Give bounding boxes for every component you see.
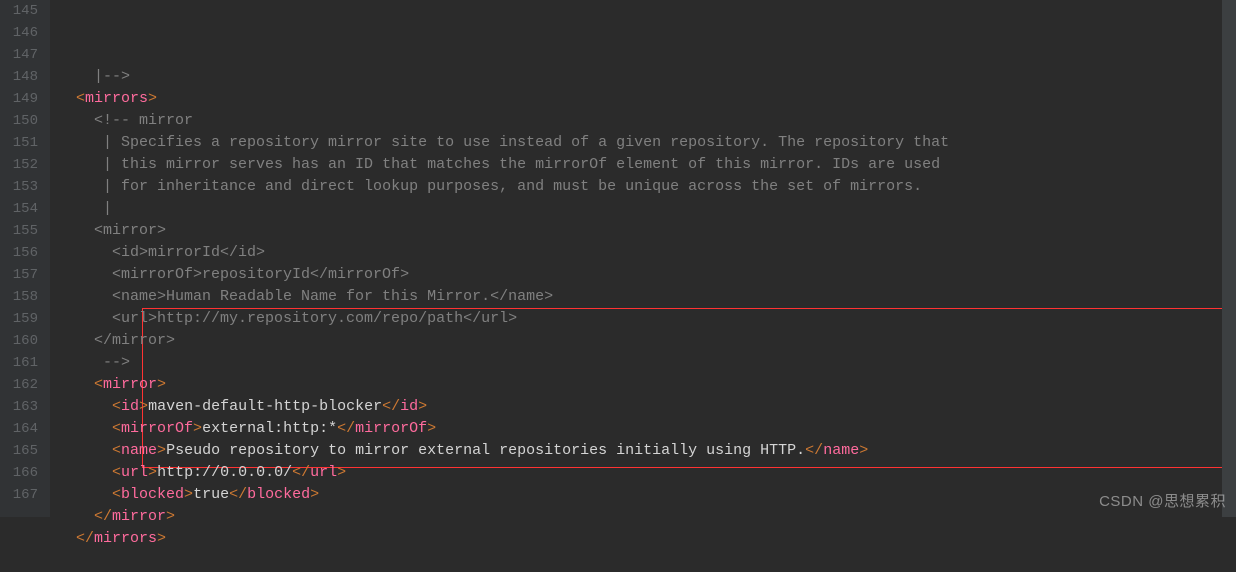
line-number: 147 [8, 44, 38, 66]
line-number: 151 [8, 132, 38, 154]
code-line[interactable]: <name>Pseudo repository to mirror extern… [58, 440, 1236, 462]
line-number: 152 [8, 154, 38, 176]
code-line[interactable]: <mirror> [58, 220, 1236, 242]
code-line[interactable]: </mirror> [58, 330, 1236, 352]
code-line[interactable]: <mirrors> [58, 88, 1236, 110]
code-line[interactable]: </mirror> [58, 506, 1236, 528]
line-number: 165 [8, 440, 38, 462]
line-number: 162 [8, 374, 38, 396]
line-number: 163 [8, 396, 38, 418]
line-number: 145 [8, 0, 38, 22]
code-line[interactable]: |--> [58, 66, 1236, 88]
line-number: 167 [8, 484, 38, 506]
code-area[interactable]: |--> <mirrors> <!-- mirror | Specifies a… [50, 0, 1236, 517]
code-line[interactable]: <name>Human Readable Name for this Mirro… [58, 286, 1236, 308]
watermark-text: CSDN @思想累积 [1099, 490, 1226, 511]
line-number: 161 [8, 352, 38, 374]
line-number: 150 [8, 110, 38, 132]
code-line[interactable]: <mirror> [58, 374, 1236, 396]
line-number: 159 [8, 308, 38, 330]
line-number: 164 [8, 418, 38, 440]
line-number: 149 [8, 88, 38, 110]
line-number: 166 [8, 462, 38, 484]
code-line[interactable]: | for inheritance and direct lookup purp… [58, 176, 1236, 198]
code-line[interactable]: | Specifies a repository mirror site to … [58, 132, 1236, 154]
code-line[interactable] [58, 550, 1236, 572]
line-number: 148 [8, 66, 38, 88]
line-number: 146 [8, 22, 38, 44]
line-number: 153 [8, 176, 38, 198]
code-line[interactable]: <blocked>true</blocked> [58, 484, 1236, 506]
line-number: 155 [8, 220, 38, 242]
code-line[interactable]: <id>mirrorId</id> [58, 242, 1236, 264]
vertical-scrollbar[interactable] [1222, 0, 1236, 517]
code-line[interactable]: <url>http://my.repository.com/repo/path<… [58, 308, 1236, 330]
code-line[interactable]: <!-- mirror [58, 110, 1236, 132]
line-number: 156 [8, 242, 38, 264]
line-number: 154 [8, 198, 38, 220]
line-number: 158 [8, 286, 38, 308]
line-number-gutter: 1451461471481491501511521531541551561571… [0, 0, 50, 517]
code-line[interactable]: | [58, 198, 1236, 220]
code-line[interactable]: <mirrorOf>repositoryId</mirrorOf> [58, 264, 1236, 286]
code-line[interactable]: | this mirror serves has an ID that matc… [58, 154, 1236, 176]
code-line[interactable]: <id>maven-default-http-blocker</id> [58, 396, 1236, 418]
code-line[interactable]: </mirrors> [58, 528, 1236, 550]
code-line[interactable]: <mirrorOf>external:http:*</mirrorOf> [58, 418, 1236, 440]
line-number: 157 [8, 264, 38, 286]
line-number: 160 [8, 330, 38, 352]
code-line[interactable]: <url>http://0.0.0.0/</url> [58, 462, 1236, 484]
code-line[interactable]: --> [58, 352, 1236, 374]
code-editor[interactable]: 1451461471481491501511521531541551561571… [0, 0, 1236, 517]
